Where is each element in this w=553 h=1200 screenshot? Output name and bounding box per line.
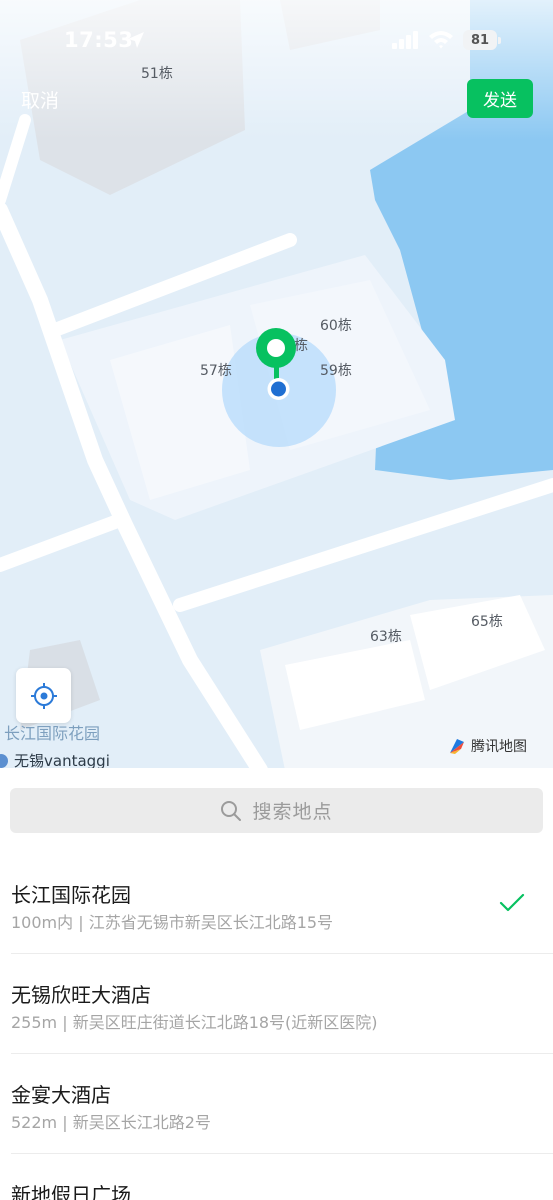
screen: 51栋 60栋 57栋 栋 59栋 63栋 65栋 长江国际花园 无锡vanta… [0,0,553,1200]
list-item[interactable]: 无锡欣旺大酒店 255m | 新吴区旺庄街道长江北路18号(近新区医院) [0,953,553,1054]
search-input[interactable]: 搜索地点 [10,788,543,833]
building-label: 59栋 [320,363,352,379]
list-item[interactable]: 新地假日广场 [0,1153,553,1200]
search-icon [221,800,242,821]
place-name: 金宴大酒店 [11,1083,111,1107]
signal-icon [392,31,418,49]
battery-tip [498,37,501,44]
place-address: 100m内 | 江苏省无锡市新吴区长江北路15号 [11,913,334,932]
location-pin-icon[interactable] [240,320,318,414]
search-placeholder: 搜索地点 [252,801,333,823]
building-label: 60栋 [320,318,352,334]
brand-label: 腾讯地图 [471,739,527,755]
header-shade [0,0,553,140]
battery-icon: 81 [463,30,497,50]
location-arrow-icon [128,32,144,48]
list-item[interactable]: 长江国际花园 100m内 | 江苏省无锡市新吴区长江北路15号 [0,853,553,954]
place-name: 新地假日广场 [11,1183,131,1200]
locate-me-button[interactable] [16,668,71,723]
building-label: 51栋 [141,66,173,82]
checkmark-icon [499,893,525,912]
list-item[interactable]: 金宴大酒店 522m | 新吴区长江北路2号 [0,1053,553,1154]
place-address: 255m | 新吴区旺庄街道长江北路18号(近新区医院) [11,1013,378,1032]
crosshair-icon [30,682,57,709]
wifi-icon [429,31,453,49]
building-label: 63栋 [370,629,402,645]
map-brand: 腾讯地图 [447,736,527,756]
map-poi-label: 长江国际花园 [4,724,101,743]
battery-level: 81 [470,32,490,48]
cancel-button[interactable]: 取消 [21,86,59,113]
building-label: 57栋 [200,363,232,379]
map-view[interactable]: 51栋 60栋 57栋 栋 59栋 63栋 65栋 长江国际花园 无锡vanta… [0,0,553,770]
building-label: 65栋 [471,614,503,630]
send-button[interactable]: 发送 [467,79,533,118]
place-name: 长江国际花园 [11,883,131,907]
tencent-map-logo-icon [450,739,464,754]
map-road [173,478,553,612]
map-poi-label: 无锡vantaggi [14,752,110,770]
status-time: 17:53 [64,28,134,52]
map-road [0,515,122,572]
send-button-label: 发送 [483,91,517,111]
place-address: 522m | 新吴区长江北路2号 [11,1113,211,1132]
place-name: 无锡欣旺大酒店 [11,983,151,1007]
